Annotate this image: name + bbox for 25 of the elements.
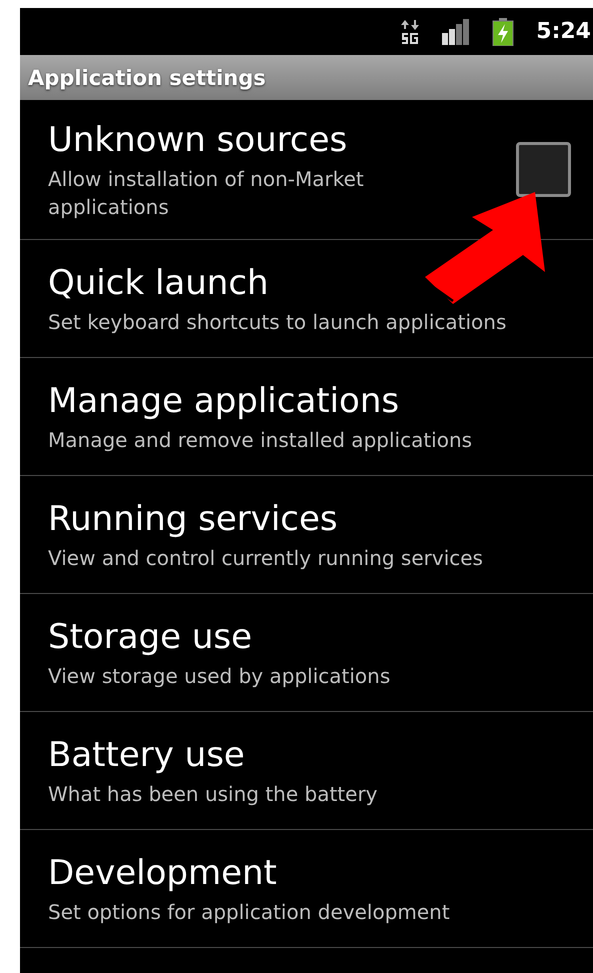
battery-charging-icon xyxy=(492,18,514,46)
data-3g-icon xyxy=(400,18,420,44)
setting-summary: View storage used by applications xyxy=(48,662,392,690)
setting-title: Manage applications xyxy=(48,380,400,422)
settings-item[interactable]: Running services View and control currently running services xyxy=(20,476,593,594)
setting-summary: Allow installation of non-Market applications xyxy=(48,166,365,220)
screen-title: Application settings xyxy=(28,66,266,90)
settings-item[interactable]: Storage use View storage used by applications xyxy=(20,594,593,712)
setting-title: Unknown sources xyxy=(48,118,348,160)
checkbox[interactable] xyxy=(516,142,571,197)
settings-item[interactable]: Battery use What has been using the battery xyxy=(20,712,593,830)
settings-item[interactable]: Manage applications Manage and remove installed applications xyxy=(20,358,593,476)
setting-summary: Set options for application development xyxy=(48,898,451,926)
setting-title: Development xyxy=(48,852,278,894)
setting-summary: What has been using the battery xyxy=(48,780,379,808)
setting-summary: Set keyboard shortcuts to launch applications xyxy=(48,308,508,336)
signal-icon xyxy=(442,18,470,44)
clock-time: 5:24 xyxy=(536,19,591,44)
setting-summary: Manage and remove installed applications xyxy=(48,426,474,454)
setting-title: Storage use xyxy=(48,616,254,658)
setting-title: Battery use xyxy=(48,734,246,776)
setting-title: Quick launch xyxy=(48,262,270,304)
setting-summary: View and control currently running services xyxy=(48,544,484,572)
setting-title: Running services xyxy=(48,498,339,540)
settings-item[interactable]: Development Set options for application development xyxy=(20,830,593,948)
